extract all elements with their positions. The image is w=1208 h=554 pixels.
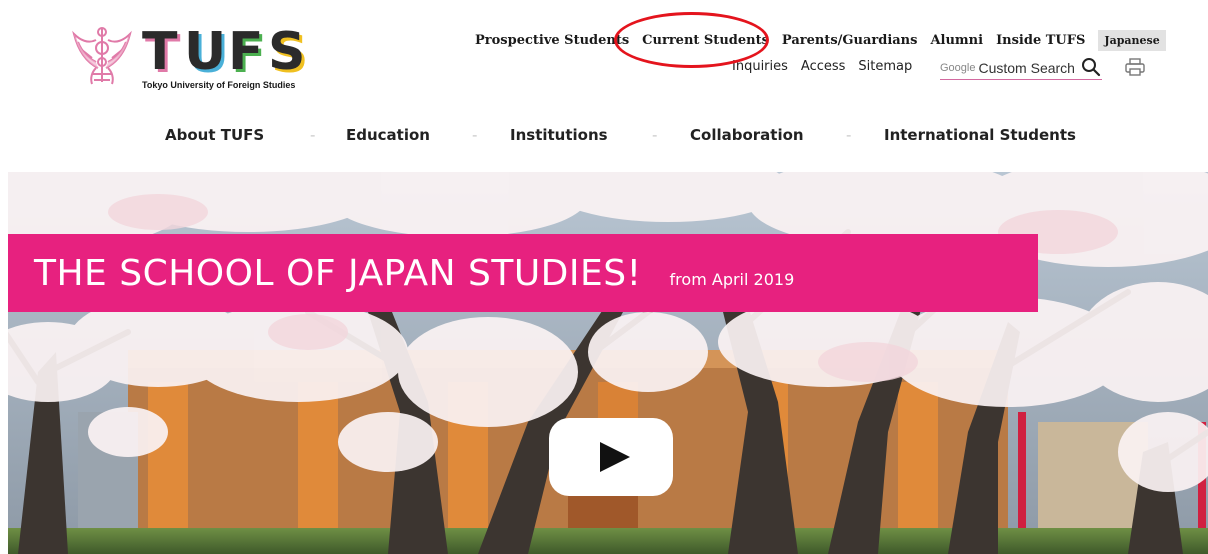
mainnav-collaboration[interactable]: Collaboration — [690, 126, 804, 144]
logo-letter-t: T — [142, 22, 178, 82]
video-play-button[interactable] — [549, 418, 673, 496]
search-brand-label: Google — [940, 61, 976, 74]
nav-access[interactable]: Access — [801, 59, 846, 74]
logo-letter-f: F — [228, 22, 264, 82]
nav-prospective-students[interactable]: Prospective Students — [475, 33, 629, 48]
search-input[interactable] — [978, 59, 1079, 76]
utility-nav: Inquiries Access Sitemap — [732, 59, 925, 74]
audience-nav: Prospective Students Current Students Pa… — [475, 30, 1166, 51]
logo-letter-u: U — [184, 22, 227, 82]
mainnav-institutions[interactable]: Institutions — [510, 126, 608, 144]
logo-wordmark: T U F S — [142, 22, 312, 82]
nav-parents-guardians[interactable]: Parents/Guardians — [782, 33, 918, 48]
nav-current-students[interactable]: Current Students — [642, 33, 769, 48]
nav-inquiries[interactable]: Inquiries — [732, 59, 788, 74]
tufs-emblem-icon — [72, 27, 132, 85]
logo-subtitle: Tokyo University of Foreign Studies — [142, 80, 296, 90]
hero-background-image — [8, 172, 1208, 554]
mainnav-separator: - — [846, 126, 852, 144]
mainnav-about-tufs[interactable]: About TUFS — [165, 126, 264, 144]
site-logo[interactable]: T U F S Tokyo University of Foreign Stud… — [70, 22, 320, 92]
print-button[interactable] — [1123, 57, 1147, 79]
search-icon — [1082, 58, 1101, 77]
logo-letter-s: S — [268, 22, 306, 82]
search-button[interactable] — [1080, 57, 1102, 79]
mainnav-separator: - — [652, 126, 658, 144]
main-nav: About TUFS - Education - Institutions - … — [0, 126, 1208, 150]
nav-inside-tufs[interactable]: Inside TUFS — [996, 33, 1085, 48]
mainnav-education[interactable]: Education — [346, 126, 430, 144]
hero-title: THE SCHOOL OF JAPAN STUDIES! — [34, 252, 642, 294]
site-search: Google — [940, 56, 1102, 80]
nav-alumni[interactable]: Alumni — [930, 33, 983, 48]
language-switch-japanese[interactable]: Japanese — [1098, 30, 1166, 51]
hero-banner: THE SCHOOL OF JAPAN STUDIES! from April … — [8, 234, 1038, 312]
play-icon — [600, 442, 630, 472]
hero-subtitle: from April 2019 — [669, 269, 795, 289]
mainnav-separator: - — [310, 126, 316, 144]
hero-video[interactable]: THE SCHOOL OF JAPAN STUDIES! from April … — [8, 172, 1208, 554]
nav-sitemap[interactable]: Sitemap — [858, 59, 912, 74]
mainnav-international-students[interactable]: International Students — [884, 126, 1076, 144]
printer-icon — [1125, 58, 1145, 76]
mainnav-separator: - — [472, 126, 478, 144]
